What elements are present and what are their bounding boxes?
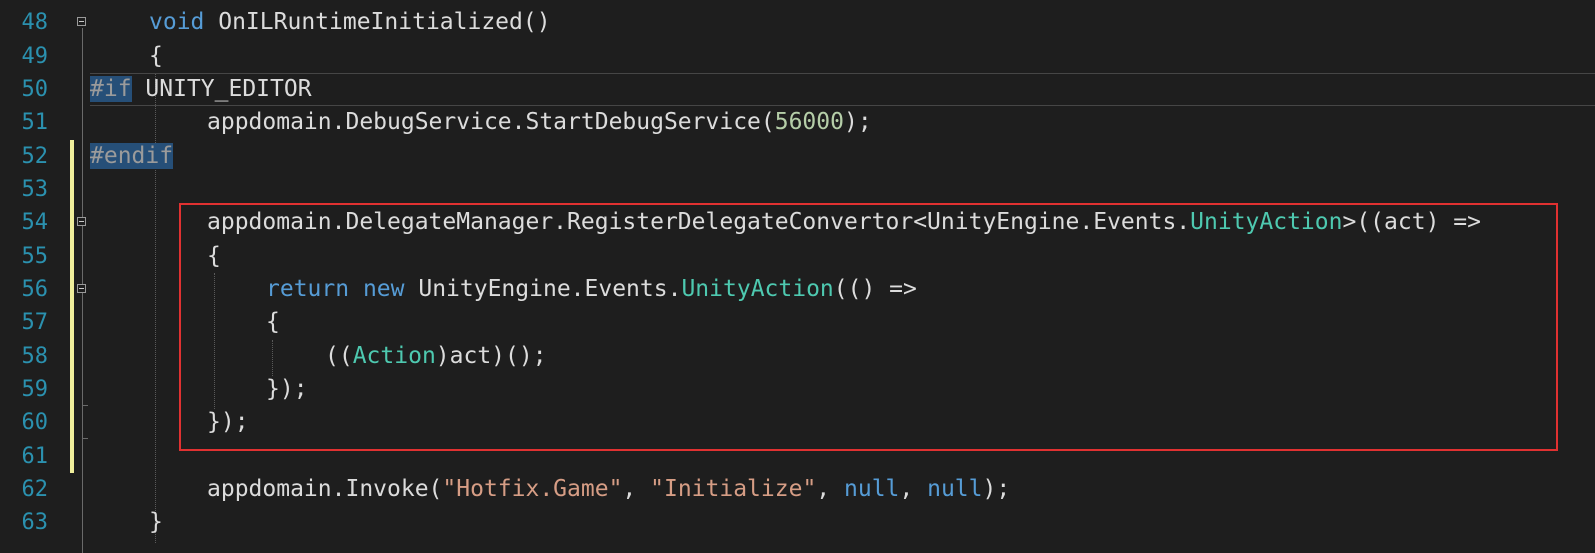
code-text: void OnILRuntimeInitialized() xyxy=(149,9,551,35)
collapse-icon[interactable] xyxy=(77,17,86,26)
line-number: 55 xyxy=(21,244,49,269)
line-number: 53 xyxy=(21,177,49,202)
line-number: 59 xyxy=(21,377,49,402)
code-line-53[interactable]: 53 xyxy=(0,173,1595,206)
line-number: 58 xyxy=(21,344,49,369)
code-text: appdomain.Invoke("Hotfix.Game", "Initial… xyxy=(207,476,1011,502)
collapse-icon[interactable] xyxy=(77,217,86,226)
line-number: 56 xyxy=(21,277,49,302)
line-number: 60 xyxy=(21,410,49,435)
code-text: appdomain.DebugService.StartDebugService… xyxy=(207,109,872,135)
code-line-63[interactable]: 63 } xyxy=(0,506,1595,539)
code-text: #if UNITY_EDITOR xyxy=(90,76,312,102)
collapse-icon[interactable] xyxy=(77,284,86,293)
code-line-50[interactable]: 50 #if UNITY_EDITOR xyxy=(0,73,1595,106)
code-line-48[interactable]: 48 void OnILRuntimeInitialized() xyxy=(0,6,1595,39)
line-number: 52 xyxy=(21,144,49,169)
code-text: } xyxy=(149,509,163,535)
code-line-51[interactable]: 51 appdomain.DebugService.StartDebugServ… xyxy=(0,106,1595,139)
line-number: 49 xyxy=(21,44,49,69)
preprocessor-directive: #endif xyxy=(90,143,174,169)
line-number: 61 xyxy=(21,444,49,469)
line-number: 54 xyxy=(21,210,49,235)
line-number: 57 xyxy=(21,310,49,335)
line-number: 48 xyxy=(21,10,49,35)
line-number: 63 xyxy=(21,510,49,535)
highlight-annotation-box xyxy=(179,203,1558,451)
preprocessor-directive: #if xyxy=(90,76,132,102)
code-text: { xyxy=(149,43,163,69)
code-line-62[interactable]: 62 appdomain.Invoke("Hotfix.Game", "Init… xyxy=(0,473,1595,506)
line-number: 62 xyxy=(21,477,49,502)
code-line-52[interactable]: 52 #endif xyxy=(0,140,1595,173)
code-line-49[interactable]: 49 { xyxy=(0,40,1595,73)
code-editor[interactable]: 48 void OnILRuntimeInitialized() 49 { 50… xyxy=(0,0,1595,553)
line-number: 50 xyxy=(21,77,49,102)
code-text: #endif xyxy=(90,140,174,173)
line-number: 51 xyxy=(21,110,49,135)
